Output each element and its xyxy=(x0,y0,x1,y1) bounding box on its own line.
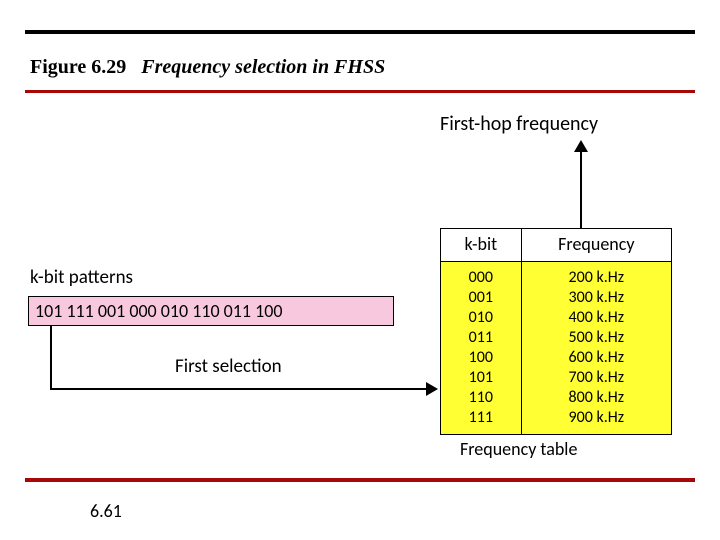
page-number: 6.61 xyxy=(90,500,122,522)
table-row: 001 xyxy=(441,288,521,308)
first-hop-label: First-hop frequency xyxy=(440,112,598,136)
table-col-freq: 200 k.Hz 300 k.Hz 400 k.Hz 500 k.Hz 600 … xyxy=(522,262,671,434)
table-row: 600 k.Hz xyxy=(522,348,671,368)
table-row: 000 xyxy=(441,268,521,288)
table-row: 101 xyxy=(441,368,521,388)
table-row: 011 xyxy=(441,328,521,348)
table-col-kbit: 000 001 010 011 100 101 110 111 xyxy=(441,262,522,434)
arrow-up-base xyxy=(580,220,582,228)
table-row: 700 k.Hz xyxy=(522,368,671,388)
table-header-freq: Frequency xyxy=(522,229,671,261)
top-rule xyxy=(25,30,695,34)
table-row: 010 xyxy=(441,308,521,328)
table-row: 100 xyxy=(441,348,521,368)
table-row: 110 xyxy=(441,388,521,408)
pattern-sequence: 101 111 001 000 010 110 011 100 xyxy=(28,296,394,326)
arrow-right-head-icon xyxy=(426,382,438,396)
figure-caption: Frequency selection in FHSS xyxy=(141,56,385,78)
table-row: 200 k.Hz xyxy=(522,268,671,288)
figure-title: Figure 6.29 Frequency selection in FHSS xyxy=(30,56,385,79)
table-row: 300 k.Hz xyxy=(522,288,671,308)
table-row: 900 k.Hz xyxy=(522,408,671,428)
frequency-table-caption: Frequency table xyxy=(460,438,577,460)
table-header-kbit: k-bit xyxy=(441,229,522,261)
figure-number: Figure 6.29 xyxy=(30,56,126,78)
frequency-table: k-bit Frequency 000 001 010 011 100 101 … xyxy=(440,228,672,435)
table-row: 800 k.Hz xyxy=(522,388,671,408)
title-underline xyxy=(25,90,695,93)
first-selection-label: First selection xyxy=(175,355,282,378)
kbit-patterns-label: k-bit patterns xyxy=(30,266,133,289)
arrow-selection-down xyxy=(50,326,52,388)
bottom-rule xyxy=(25,478,695,482)
arrow-up-stem xyxy=(580,150,582,220)
table-row: 400 k.Hz xyxy=(522,308,671,328)
table-row: 111 xyxy=(441,408,521,428)
table-row: 500 k.Hz xyxy=(522,328,671,348)
arrow-selection-horizontal xyxy=(50,388,426,390)
